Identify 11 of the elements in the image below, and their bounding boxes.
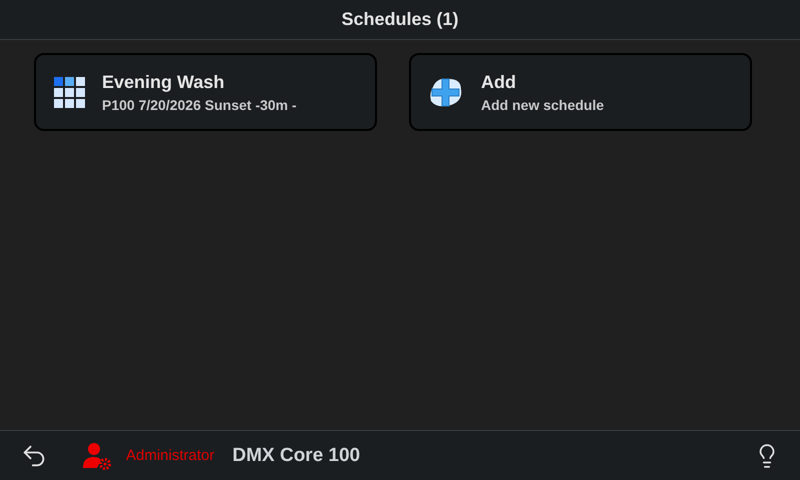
page-title: Schedules (1): [341, 9, 459, 30]
device-name: DMX Core 100: [232, 444, 360, 466]
card-title: Add: [481, 72, 517, 92]
grid-icon: [52, 75, 86, 109]
schedule-card[interactable]: Evening Wash P100 7/20/2026 Sunset -30m -: [34, 53, 377, 131]
user-gear-icon: [82, 442, 112, 470]
card-subtitle: Add new schedule: [481, 96, 604, 112]
card-subtitle: P100 7/20/2026 Sunset -30m -: [102, 96, 297, 112]
add-card[interactable]: Add Add new schedule: [409, 53, 752, 131]
card-title: Evening Wash: [102, 72, 226, 92]
user-role: Administrator: [126, 447, 214, 464]
